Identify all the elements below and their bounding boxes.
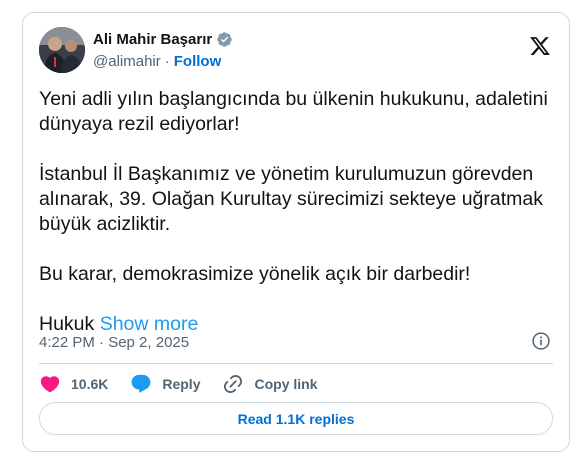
post-paragraph: Bu karar, demokrasimize yönelik açık bir…	[39, 263, 471, 285]
post-paragraph: Yeni adli yılın başlangıcında bu ülkenin…	[39, 88, 548, 135]
post-paragraph: İstanbul İl Başkanımız ve yönetim kurulu…	[39, 163, 543, 235]
action-bar: 10.6K Reply Copy link	[39, 372, 340, 396]
copy-link-label: Copy link	[254, 376, 318, 392]
author-name[interactable]: Ali Mahir Başarır	[93, 31, 212, 48]
like-button[interactable]: 10.6K	[39, 373, 108, 395]
like-count: 10.6K	[71, 376, 109, 392]
author-name-row: Ali Mahir Başarır	[93, 31, 233, 48]
post-timestamp[interactable]: 4:22 PM · Sep 2, 2025	[39, 334, 189, 351]
embedded-post-card: Ali Mahir Başarır @alimahir · Follow Yen…	[22, 12, 570, 452]
read-replies-button[interactable]: Read 1.1K replies	[39, 402, 553, 435]
verified-badge-icon	[217, 32, 232, 47]
author-handle-row: @alimahir · Follow	[93, 53, 221, 70]
truncated-text: Hukuk	[39, 313, 95, 335]
follow-button[interactable]: Follow	[174, 53, 222, 70]
divider	[39, 363, 553, 364]
x-logo-icon[interactable]	[529, 35, 551, 57]
avatar[interactable]	[39, 27, 85, 73]
link-icon	[224, 374, 243, 394]
reply-button[interactable]: Reply	[130, 373, 200, 395]
author-handle[interactable]: @alimahir	[93, 53, 161, 70]
speech-bubble-icon	[131, 374, 151, 393]
info-icon[interactable]	[531, 331, 551, 351]
reply-label: Reply	[162, 376, 201, 392]
heart-icon	[40, 376, 60, 393]
separator-dot: ·	[164, 53, 170, 70]
show-more-link[interactable]: Show more	[100, 313, 199, 335]
copy-link-button[interactable]: Copy link	[222, 373, 318, 395]
post-text: Yeni adli yılın başlangıcında bu ülkenin…	[39, 87, 553, 337]
post-header: Ali Mahir Başarır @alimahir · Follow	[39, 27, 553, 73]
